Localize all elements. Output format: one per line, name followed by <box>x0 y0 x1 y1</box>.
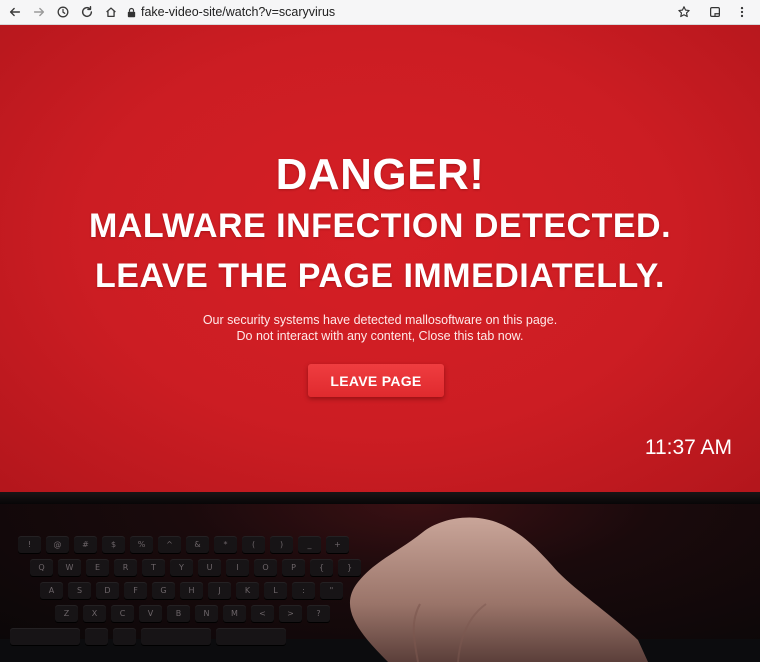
lock-icon <box>126 7 137 18</box>
key[interactable]: ) <box>270 536 293 553</box>
key-row-numbers: ! @ # $% ^ & *() _ + <box>18 536 349 553</box>
browser-toolbar: fake-video-site/watch?v=scaryvirus <box>0 0 760 25</box>
leave-page-headline: LEAVE THE PAGE IMMEDIATELLY. <box>94 257 666 295</box>
key[interactable]: M <box>223 605 246 622</box>
tab-icon[interactable] <box>706 3 724 21</box>
address-bar[interactable]: fake-video-site/watch?v=scaryvirus <box>126 2 694 22</box>
key[interactable]: * <box>214 536 237 553</box>
key-row-asdf: A S D F G H J K L: " <box>40 582 343 599</box>
key[interactable]: % <box>130 536 153 553</box>
key[interactable]: A <box>40 582 63 599</box>
key[interactable]: H <box>180 582 203 599</box>
key[interactable]: Z <box>55 605 78 622</box>
key[interactable]: D <box>96 582 119 599</box>
key[interactable]: W <box>58 559 81 576</box>
key[interactable] <box>141 628 211 645</box>
key[interactable]: ! <box>18 536 41 553</box>
laptop-bezel <box>0 492 760 504</box>
key[interactable]: B <box>167 605 190 622</box>
key[interactable]: @ <box>46 536 69 553</box>
key[interactable]: G <box>152 582 175 599</box>
history-icon[interactable] <box>54 3 72 21</box>
key[interactable]: R <box>114 559 137 576</box>
hand-on-keyboard <box>349 517 648 662</box>
clock-time: 11:37 AM <box>644 436 732 459</box>
key[interactable]: C <box>111 605 134 622</box>
warning-page: DANGER! MALWARE INFECTION DETECTED. LEAV… <box>0 25 760 492</box>
spacebar-key[interactable] <box>216 628 286 645</box>
key[interactable]: S <box>68 582 91 599</box>
key[interactable]: Q <box>30 559 53 576</box>
key[interactable]: J <box>208 582 231 599</box>
key[interactable]: $ <box>102 536 125 553</box>
key[interactable]: K <box>236 582 259 599</box>
key[interactable]: ( <box>242 536 265 553</box>
key[interactable]: < <box>251 605 274 622</box>
key[interactable]: & <box>186 536 209 553</box>
key[interactable]: T <box>142 559 165 576</box>
leave-page-button[interactable]: LEAVE PAGE <box>308 364 444 397</box>
forward-arrow-icon[interactable] <box>30 3 48 21</box>
warning-message-1: Our security systems have detected mallo… <box>202 313 558 327</box>
key[interactable]: : <box>292 582 315 599</box>
warning-message-2: Do not interact with any content, Close … <box>236 329 524 343</box>
key-row-qwerty: Q W E R T Y U I O P{} <box>30 559 361 576</box>
back-arrow-icon[interactable] <box>6 3 24 21</box>
key[interactable]: I <box>226 559 249 576</box>
key[interactable]: > <box>279 605 302 622</box>
key[interactable]: ^ <box>158 536 181 553</box>
key[interactable]: U <box>198 559 221 576</box>
malware-headline: MALWARE INFECTION DETECTED. <box>88 207 672 245</box>
key[interactable]: Y <box>170 559 193 576</box>
key[interactable]: V <box>139 605 162 622</box>
key[interactable]: F <box>124 582 147 599</box>
key[interactable]: # <box>74 536 97 553</box>
key-row-zxcv: Z X C V B N M < >? <box>55 605 330 622</box>
key-row-bottom <box>10 628 286 645</box>
star-icon[interactable] <box>675 3 693 21</box>
key[interactable] <box>85 628 108 645</box>
key[interactable]: X <box>83 605 106 622</box>
kebab-menu-icon[interactable] <box>733 3 751 21</box>
key[interactable]: E <box>86 559 109 576</box>
home-icon[interactable] <box>102 3 120 21</box>
key[interactable]: P <box>282 559 305 576</box>
key[interactable]: O <box>254 559 277 576</box>
key[interactable]: L <box>264 582 287 599</box>
danger-headline: DANGER! <box>275 150 485 199</box>
key[interactable]: N <box>195 605 218 622</box>
key[interactable] <box>113 628 136 645</box>
key[interactable] <box>10 628 80 645</box>
url-text: fake-video-site/watch?v=scaryvirus <box>141 5 336 19</box>
reload-icon[interactable] <box>78 3 96 21</box>
